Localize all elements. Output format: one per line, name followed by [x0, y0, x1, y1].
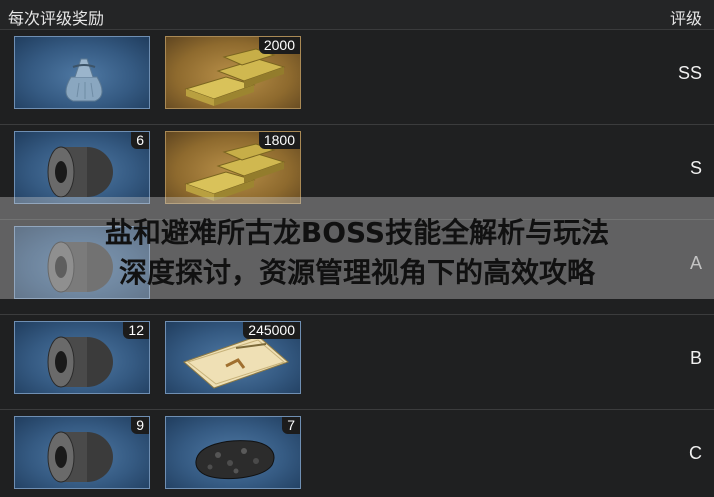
reward-item-tile[interactable]: 2000 — [165, 36, 301, 109]
grade-column-title: 评级 — [669, 11, 702, 28]
ore-chunk-icon — [195, 440, 275, 479]
reward-item-tile[interactable]: 245000 — [165, 321, 301, 394]
item-count-badge: 245000 — [243, 322, 300, 339]
item-count-badge: 2000 — [258, 37, 300, 54]
item-count-badge: 6 — [131, 132, 149, 149]
reward-item-tile[interactable]: 9 — [14, 416, 150, 489]
item-count-badge: 9 — [131, 417, 149, 434]
item-count-badge: 1800 — [258, 132, 300, 149]
reward-item-tile[interactable]: 1800 — [165, 131, 301, 204]
reward-row-c: 9 7 C — [0, 411, 714, 497]
reward-row-ss: 2000 SS — [0, 31, 714, 125]
article-title-overlay: 盐和避难所古龙BOSS技能全解析与玩法 深度探讨，资源管理视角下的高效攻略 — [0, 197, 714, 299]
reward-item-tile[interactable]: 12 — [14, 321, 150, 394]
grade-label: S — [689, 158, 702, 178]
cloth-bag-icon — [65, 58, 103, 102]
overlay-title-line-1: 盐和避难所古龙BOSS技能全解析与玩法 — [104, 216, 610, 249]
reward-item-tile[interactable]: 7 — [165, 416, 301, 489]
grade-label: SS — [677, 63, 702, 83]
tape-roll-icon — [47, 431, 113, 483]
overlay-title-line-2: 深度探讨，资源管理视角下的高效攻略 — [118, 256, 595, 289]
reward-item-tile[interactable]: 6 — [14, 131, 150, 204]
reward-row-b: 12 245000 B — [0, 316, 714, 410]
reward-table-header: 每次评级奖励 评级 — [0, 0, 714, 30]
header-title: 每次评级奖励 — [8, 11, 105, 28]
grade-label: C — [689, 443, 702, 463]
item-count-badge: 12 — [123, 322, 149, 339]
item-count-badge: 7 — [282, 417, 300, 434]
reward-item-tile[interactable] — [14, 36, 150, 109]
tape-roll-icon — [47, 146, 113, 198]
grade-label: B — [689, 348, 702, 368]
